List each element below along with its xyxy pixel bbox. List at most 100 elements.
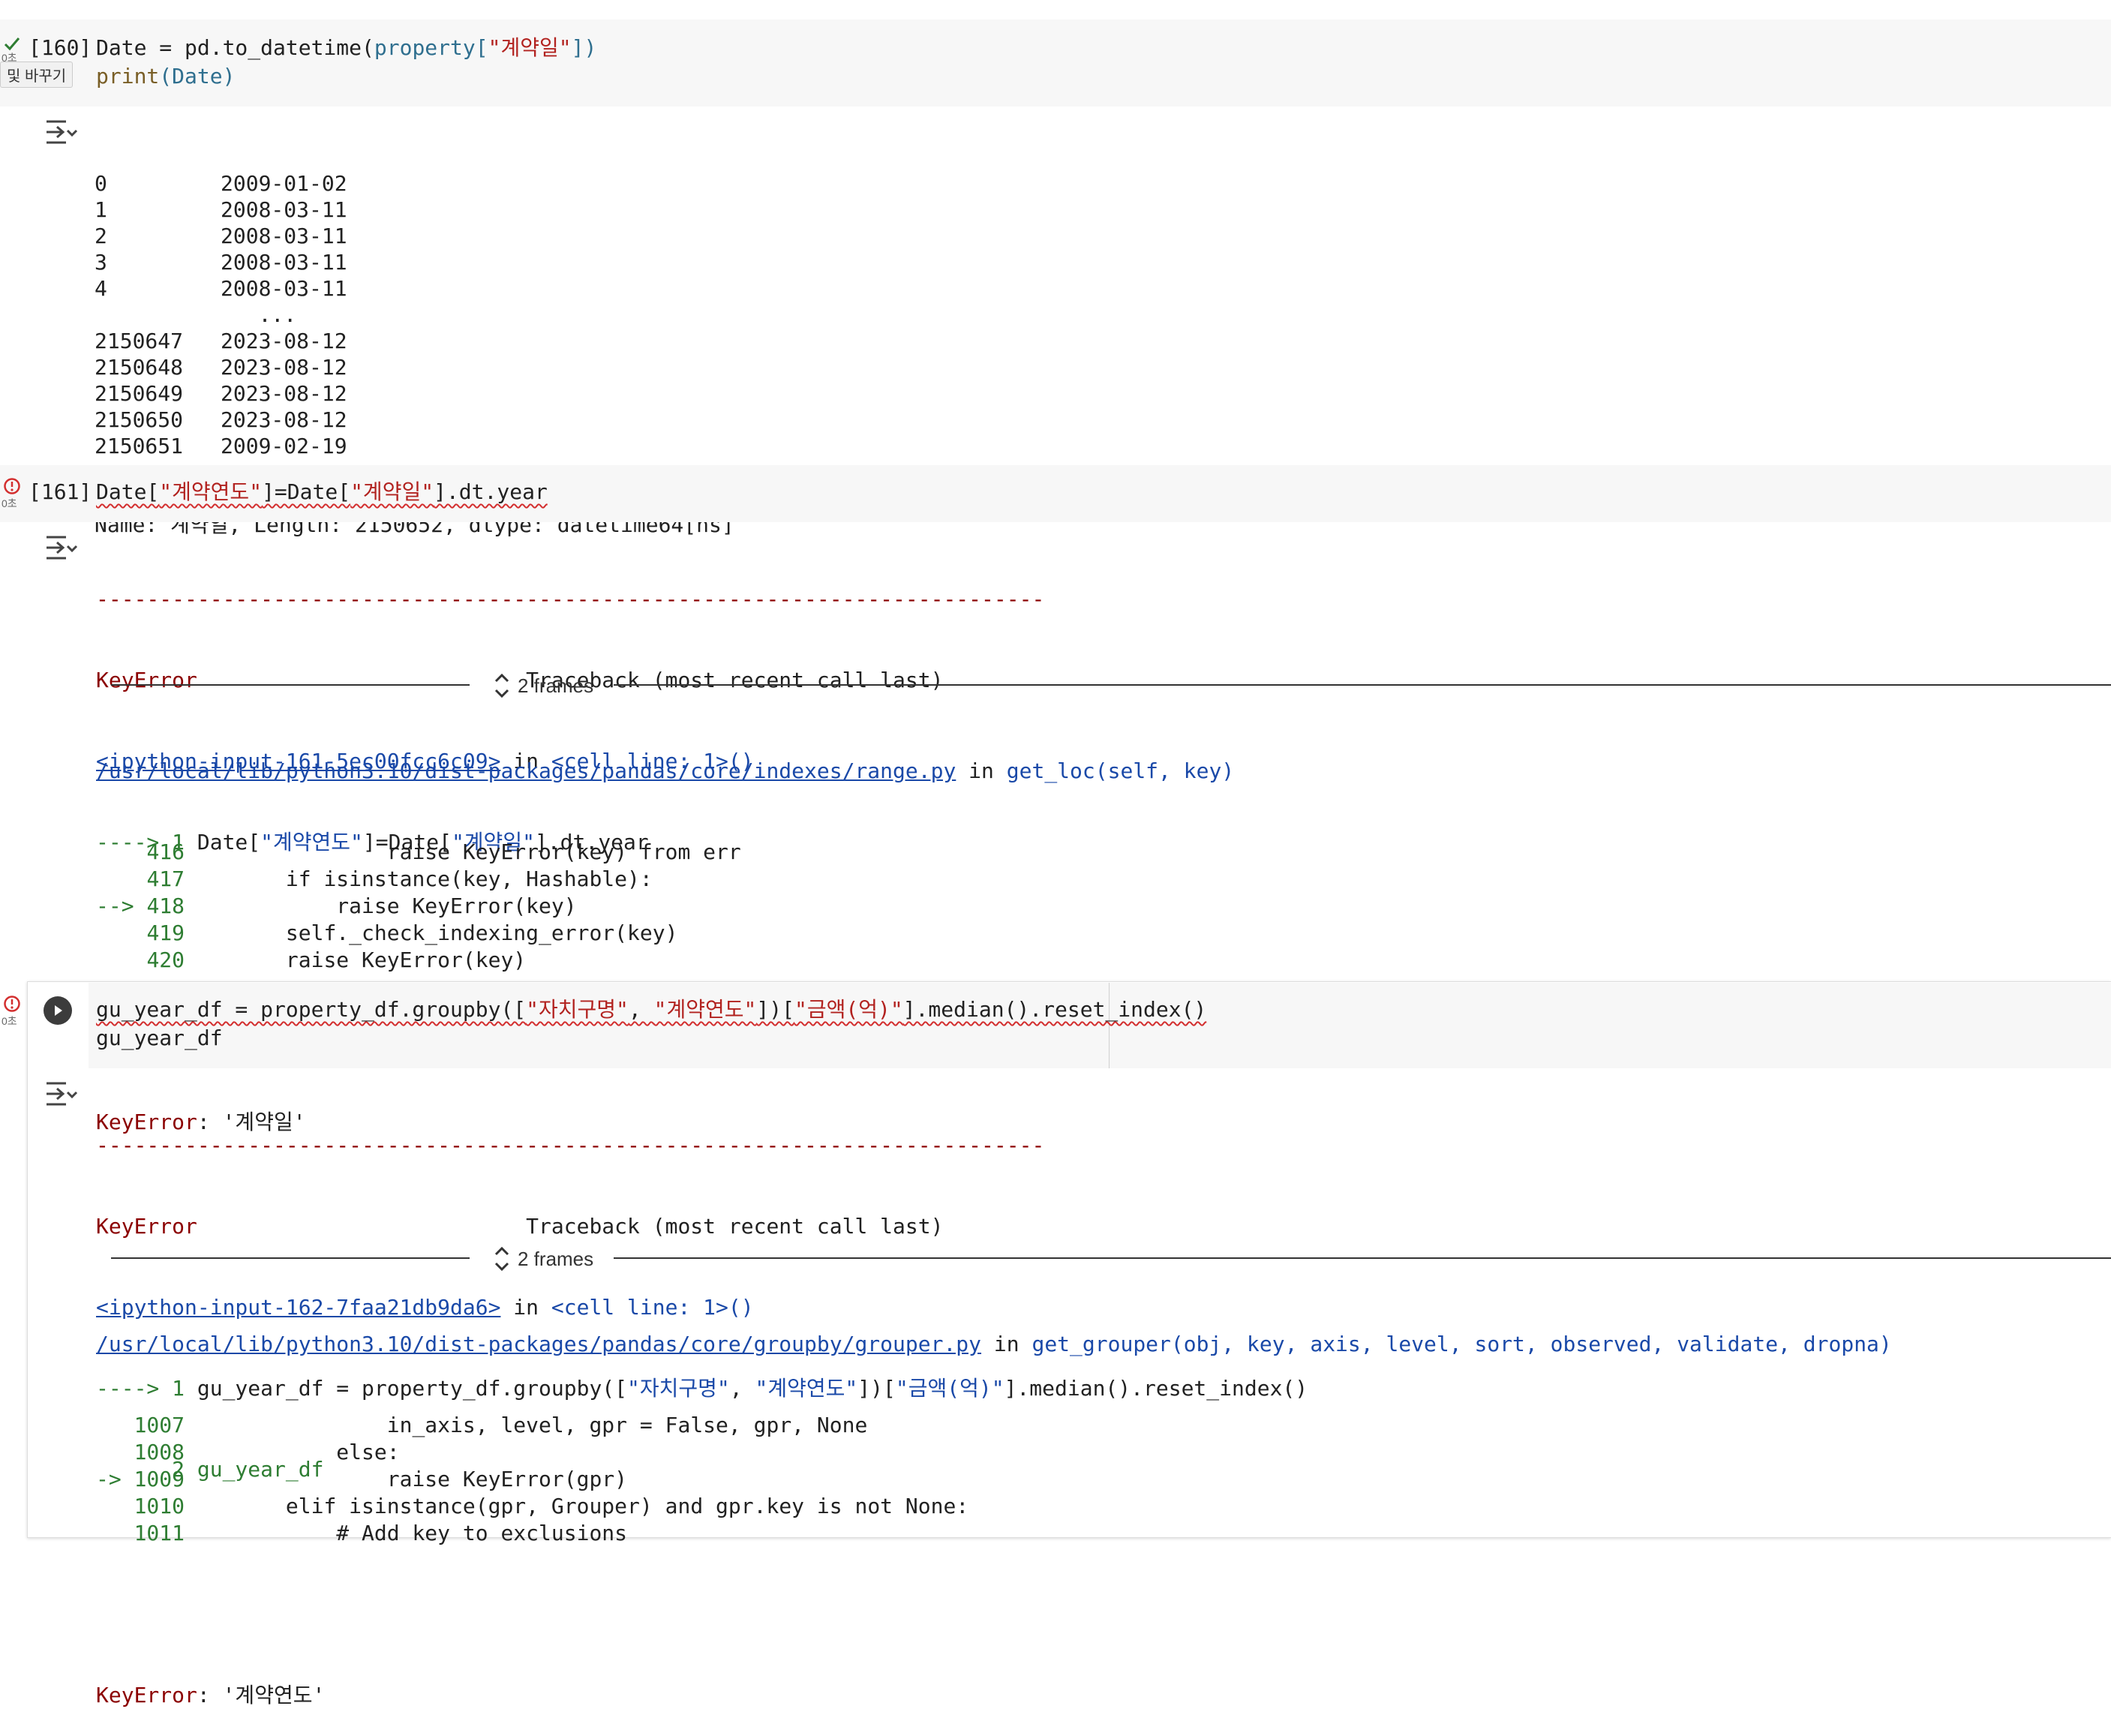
series-index: 2150651 — [95, 434, 184, 458]
series-value: ... — [221, 302, 297, 327]
cell-160-code-area[interactable] — [0, 20, 2111, 107]
success-check-icon — [3, 35, 21, 53]
line-code: # Add key to exclusions — [185, 1521, 628, 1545]
traceback-dashes: ----------------------------------------… — [96, 587, 1045, 611]
line-code: raise KeyError(gpr) — [185, 1467, 628, 1491]
series-row: 2150651 2009-02-19 — [95, 433, 734, 459]
frames-label: 2 frames — [518, 1247, 594, 1270]
cell-162-status-time: 0초 — [2, 1015, 17, 1027]
line-number: 419 — [146, 921, 185, 945]
cell-161-code-line-1[interactable]: Date["계약연도"]=Date["계약일"].dt.year — [96, 479, 548, 506]
traceback-header: KeyError Traceback (most recent call las… — [96, 1214, 944, 1239]
cell-160-code-line-2[interactable]: print(Date) — [96, 63, 235, 90]
traceback-dashes: ----------------------------------------… — [96, 1133, 1045, 1158]
line-arrow — [96, 948, 146, 972]
error-icon — [3, 995, 21, 1013]
traceback-source-line: 1008 else: — [96, 1439, 1892, 1466]
frames-divider-left — [111, 1257, 470, 1259]
series-row: ... — [95, 302, 734, 328]
series-value: 2008-03-11 — [221, 224, 347, 248]
traceback-source-line: 420 raise KeyError(key) — [96, 947, 1234, 974]
series-row: 0 2009-01-02 — [95, 170, 734, 197]
line-arrow — [96, 1440, 134, 1464]
series-index: 4 — [95, 276, 107, 301]
line-arrow — [96, 1413, 134, 1437]
frames-toggle[interactable]: 2 frames — [492, 1244, 593, 1274]
line-number: 1008 — [134, 1440, 185, 1464]
frames-divider-left — [111, 684, 470, 686]
line-code: in_axis, level, gpr = False, gpr, None — [185, 1413, 868, 1437]
traceback-source-line: 416 raise KeyError(key) from err — [96, 839, 1234, 866]
traceback-source-line: 419 self._check_indexing_error(key) — [96, 920, 1234, 947]
series-index: 2150649 — [95, 381, 184, 406]
series-index: 2150647 — [95, 329, 184, 353]
run-cell-button[interactable] — [44, 996, 72, 1025]
cell-160-code-line-1[interactable]: Date = pd.to_datetime(property["계약일"]) — [96, 35, 596, 62]
line-code: raise KeyError(key) from err — [185, 839, 741, 864]
line-arrow: -> — [96, 1467, 134, 1491]
line-arrow — [96, 866, 146, 891]
frames-toggle[interactable]: 2 frames — [492, 671, 593, 701]
line-code: raise KeyError(key) — [185, 894, 577, 918]
series-index: 1 — [95, 197, 107, 222]
line-arrow — [96, 1494, 134, 1518]
output-toggle-icon[interactable] — [44, 119, 78, 149]
frames-divider-right — [614, 1257, 2111, 1259]
line-arrow — [96, 839, 146, 864]
line-code: self._check_indexing_error(key) — [185, 921, 678, 945]
cell-162-code-line-2[interactable]: gu_year_df — [96, 1025, 223, 1052]
traceback-source-line: 1007 in_axis, level, gpr = False, gpr, N… — [96, 1412, 1892, 1439]
series-row: 2150647 2023-08-12 — [95, 328, 734, 354]
cell-160-exec-count: [160] — [29, 35, 92, 60]
series-row: 2150650 2023-08-12 — [95, 407, 734, 433]
cell-162-traceback-frames: /usr/local/lib/python3.10/dist-packages/… — [96, 1277, 1892, 1736]
series-value: 2008-03-11 — [221, 276, 347, 301]
play-icon — [55, 1005, 62, 1016]
series-row: 4 2008-03-11 — [95, 275, 734, 302]
expand-frames-icon — [494, 1246, 509, 1272]
line-code: if isinstance(key, Hashable): — [185, 866, 653, 891]
series-value: 2009-01-02 — [221, 171, 347, 196]
traceback-file-line: /usr/local/lib/python3.10/dist-packages/… — [96, 758, 1235, 783]
traceback-source-lines: 1007 in_axis, level, gpr = False, gpr, N… — [96, 1412, 1892, 1547]
grouper-py-link[interactable]: /usr/local/lib/python3.10/dist-packages/… — [96, 1332, 981, 1356]
tooltip: 및 바꾸기 — [0, 62, 74, 88]
range-py-link[interactable]: /usr/local/lib/python3.10/dist-packages/… — [96, 758, 956, 783]
traceback-source-line: 1010 elif isinstance(gpr, Grouper) and g… — [96, 1493, 1892, 1520]
traceback-source-line: --> 418 raise KeyError(key) — [96, 893, 1234, 920]
traceback-source-line: 417 if isinstance(key, Hashable): — [96, 866, 1234, 893]
error-icon — [3, 477, 21, 495]
series-row: 3 2008-03-11 — [95, 249, 734, 275]
line-number: 1009 — [134, 1467, 185, 1491]
expand-frames-icon — [494, 673, 509, 698]
series-value: 2023-08-12 — [221, 407, 347, 432]
line-number: 1011 — [134, 1521, 185, 1545]
output-toggle-icon[interactable] — [44, 1080, 78, 1110]
series-value: 2008-03-11 — [221, 250, 347, 275]
line-number: 416 — [146, 839, 185, 864]
traceback-source-line: 1011 # Add key to exclusions — [96, 1520, 1892, 1547]
line-number: 417 — [146, 866, 185, 891]
series-index: 2150650 — [95, 407, 184, 432]
series-index: 0 — [95, 171, 107, 196]
series-value: 2023-08-12 — [221, 355, 347, 380]
line-arrow — [96, 1521, 134, 1545]
traceback-file-line: /usr/local/lib/python3.10/dist-packages/… — [96, 1332, 1892, 1356]
series-value: 2023-08-12 — [221, 329, 347, 353]
line-code: elif isinstance(gpr, Grouper) and gpr.ke… — [185, 1494, 969, 1518]
series-index: 3 — [95, 250, 107, 275]
line-arrow: --> — [96, 894, 147, 918]
cell-161-status-time: 0초 — [2, 497, 17, 509]
cell-162-code-line-1[interactable]: gu_year_df = property_df.groupby(["자치구명"… — [96, 996, 1206, 1023]
series-index: 2 — [95, 224, 107, 248]
output-toggle-icon[interactable] — [44, 534, 78, 564]
series-value: 2009-02-19 — [221, 434, 347, 458]
line-number: 418 — [146, 894, 185, 918]
frames-label: 2 frames — [518, 674, 594, 697]
line-number: 1007 — [134, 1413, 185, 1437]
line-number: 420 — [146, 948, 185, 972]
series-index: 2150648 — [95, 355, 184, 380]
traceback-source-line: -> 1009 raise KeyError(gpr) — [96, 1466, 1892, 1493]
line-code: else: — [185, 1440, 400, 1464]
series-value: 2008-03-11 — [221, 197, 347, 222]
